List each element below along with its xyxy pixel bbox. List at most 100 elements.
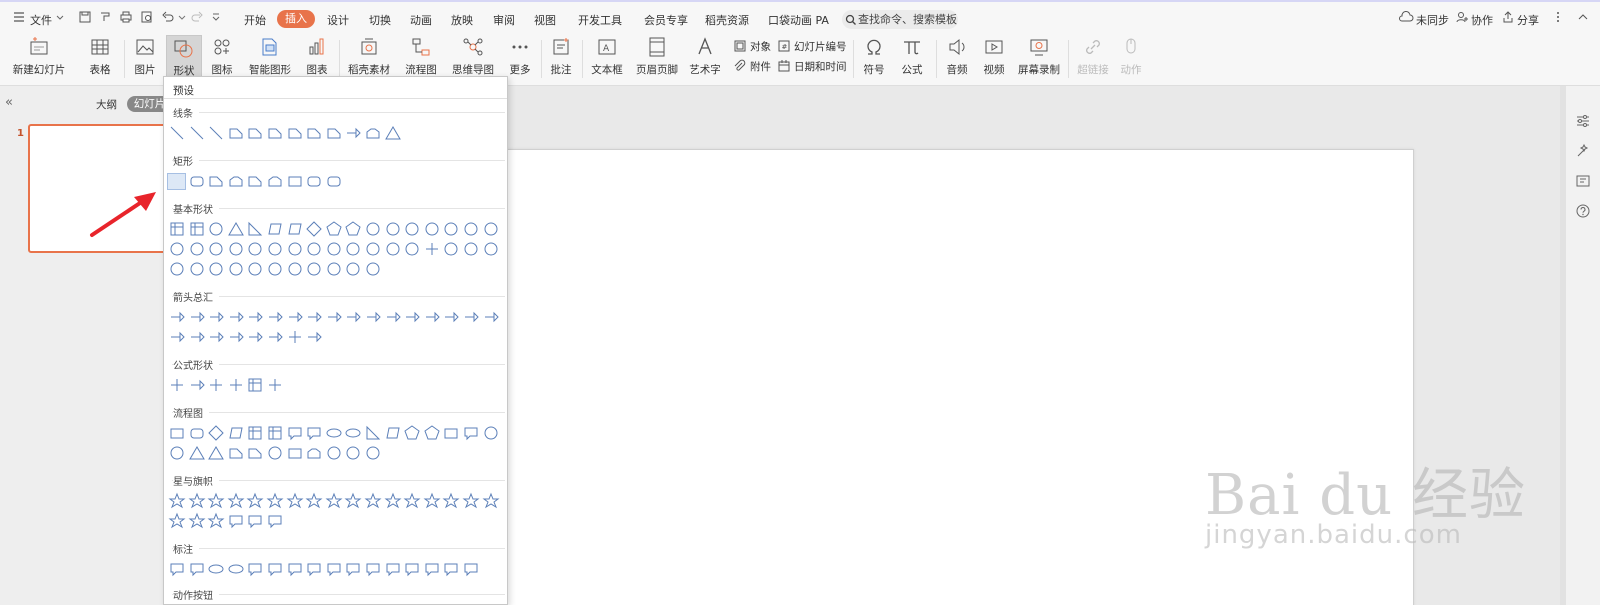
shape-option-icon[interactable] bbox=[423, 240, 441, 258]
formula-button[interactable]: 公式 bbox=[894, 34, 930, 84]
collab-icon[interactable] bbox=[1455, 10, 1469, 27]
object-button[interactable]: 对象 bbox=[750, 39, 771, 54]
shape-option-icon[interactable] bbox=[344, 444, 362, 462]
shape-option-icon[interactable] bbox=[246, 220, 264, 238]
tab-slideshow[interactable]: 放映 bbox=[451, 12, 473, 28]
tab-view[interactable]: 视图 bbox=[534, 12, 556, 28]
shape-option-icon[interactable] bbox=[266, 492, 284, 510]
shape-option-icon[interactable] bbox=[305, 240, 323, 258]
shape-option-icon[interactable] bbox=[207, 220, 225, 238]
action-button[interactable]: 动作 bbox=[1116, 34, 1146, 84]
shape-option-icon[interactable] bbox=[344, 424, 362, 442]
collapse-ribbon-icon[interactable] bbox=[1577, 10, 1589, 27]
shape-option-icon[interactable] bbox=[344, 260, 362, 278]
shape-option-icon[interactable] bbox=[168, 220, 186, 238]
shape-option-icon[interactable] bbox=[423, 560, 441, 578]
shape-option-icon[interactable] bbox=[227, 492, 245, 510]
shape-option-icon[interactable] bbox=[207, 172, 225, 190]
shape-option-icon[interactable] bbox=[423, 308, 441, 326]
shape-option-icon[interactable] bbox=[325, 240, 343, 258]
shape-option-icon[interactable] bbox=[344, 492, 362, 510]
shape-option-icon[interactable] bbox=[384, 240, 402, 258]
slide-number-button[interactable]: 幻灯片编号 bbox=[794, 39, 847, 54]
shape-option-icon[interactable] bbox=[305, 220, 323, 238]
customize-toolbar-icon[interactable] bbox=[211, 10, 221, 27]
shape-option-icon[interactable] bbox=[266, 260, 284, 278]
shape-option-icon[interactable] bbox=[442, 424, 460, 442]
shape-option-icon[interactable] bbox=[403, 308, 421, 326]
shape-option-icon[interactable] bbox=[207, 376, 225, 394]
shape-option-icon[interactable] bbox=[227, 444, 245, 462]
shape-option-icon[interactable] bbox=[188, 172, 206, 190]
print-preview-icon[interactable] bbox=[140, 10, 154, 27]
shape-option-icon[interactable] bbox=[286, 220, 304, 238]
shape-option-icon[interactable] bbox=[266, 424, 284, 442]
shape-option-icon[interactable] bbox=[246, 328, 264, 346]
tab-review[interactable]: 审阅 bbox=[493, 12, 515, 28]
shape-option-icon[interactable] bbox=[227, 220, 245, 238]
shape-option-icon[interactable] bbox=[188, 376, 206, 394]
shape-option-icon[interactable] bbox=[266, 124, 284, 142]
shape-option-icon[interactable] bbox=[482, 240, 500, 258]
shape-option-icon[interactable] bbox=[305, 260, 323, 278]
shape-option-icon[interactable] bbox=[364, 560, 382, 578]
shape-button[interactable]: 形状 bbox=[166, 35, 202, 77]
shape-option-icon[interactable] bbox=[188, 512, 206, 530]
shape-option-icon[interactable] bbox=[266, 560, 284, 578]
search-input[interactable]: 查找命令、搜索模板 bbox=[842, 10, 958, 29]
shape-option-icon[interactable] bbox=[227, 172, 245, 190]
shape-option-icon[interactable] bbox=[207, 424, 225, 442]
shape-option-icon[interactable] bbox=[364, 260, 382, 278]
shape-option-icon[interactable] bbox=[227, 424, 245, 442]
shape-option-icon[interactable] bbox=[207, 328, 225, 346]
shape-option-icon[interactable] bbox=[266, 444, 284, 462]
shape-option-icon[interactable] bbox=[442, 560, 460, 578]
shape-option-icon[interactable] bbox=[188, 240, 206, 258]
shape-option-icon[interactable] bbox=[227, 376, 245, 394]
tab-insert[interactable]: 插入 bbox=[277, 10, 315, 28]
shape-option-icon[interactable] bbox=[384, 424, 402, 442]
shape-option-icon[interactable] bbox=[344, 220, 362, 238]
print-icon[interactable] bbox=[119, 10, 133, 27]
shape-option-icon[interactable] bbox=[344, 560, 362, 578]
shape-option-icon[interactable] bbox=[442, 220, 460, 238]
shape-option-icon[interactable] bbox=[266, 328, 284, 346]
shape-option-icon[interactable] bbox=[207, 444, 225, 462]
shape-option-icon[interactable] bbox=[286, 124, 304, 142]
shape-option-icon[interactable] bbox=[482, 308, 500, 326]
shape-option-icon[interactable] bbox=[286, 240, 304, 258]
save-icon[interactable] bbox=[78, 10, 92, 27]
tab-member[interactable]: 会员专享 bbox=[644, 12, 688, 28]
slide-page[interactable] bbox=[507, 149, 1414, 605]
shape-option-icon[interactable] bbox=[246, 492, 264, 510]
shape-option-icon[interactable] bbox=[207, 308, 225, 326]
tab-home[interactable]: 开始 bbox=[244, 12, 266, 28]
wordart-button[interactable]: 艺术字 bbox=[684, 34, 726, 84]
shape-option-icon[interactable] bbox=[207, 124, 225, 142]
shape-option-icon[interactable] bbox=[227, 328, 245, 346]
slide-layout-icon[interactable] bbox=[1575, 173, 1591, 192]
shape-option-icon[interactable] bbox=[168, 560, 186, 578]
shape-option-icon[interactable] bbox=[207, 512, 225, 530]
shape-option-icon[interactable] bbox=[482, 220, 500, 238]
shape-option-icon[interactable] bbox=[168, 444, 186, 462]
shape-option-icon[interactable] bbox=[168, 492, 186, 510]
tab-animation[interactable]: 动画 bbox=[410, 12, 432, 28]
shape-option-icon[interactable] bbox=[266, 172, 284, 190]
shape-option-icon[interactable] bbox=[188, 308, 206, 326]
shape-option-icon[interactable] bbox=[364, 308, 382, 326]
collab-button[interactable]: 协作 bbox=[1471, 12, 1493, 28]
tab-transition[interactable]: 切换 bbox=[369, 12, 391, 28]
shape-option-icon[interactable] bbox=[305, 172, 323, 190]
shape-option-icon[interactable] bbox=[442, 308, 460, 326]
symbol-button[interactable]: 符号 bbox=[858, 34, 890, 84]
shape-option-icon[interactable] bbox=[188, 328, 206, 346]
shape-option-icon[interactable] bbox=[188, 492, 206, 510]
more-button[interactable]: 更多 bbox=[504, 34, 536, 84]
shape-option-icon[interactable] bbox=[384, 220, 402, 238]
shape-option-icon[interactable] bbox=[246, 308, 264, 326]
shape-option-icon[interactable] bbox=[168, 124, 186, 142]
shape-option-icon[interactable] bbox=[344, 240, 362, 258]
shape-option-icon[interactable] bbox=[168, 512, 186, 530]
shape-option-icon[interactable] bbox=[188, 560, 206, 578]
